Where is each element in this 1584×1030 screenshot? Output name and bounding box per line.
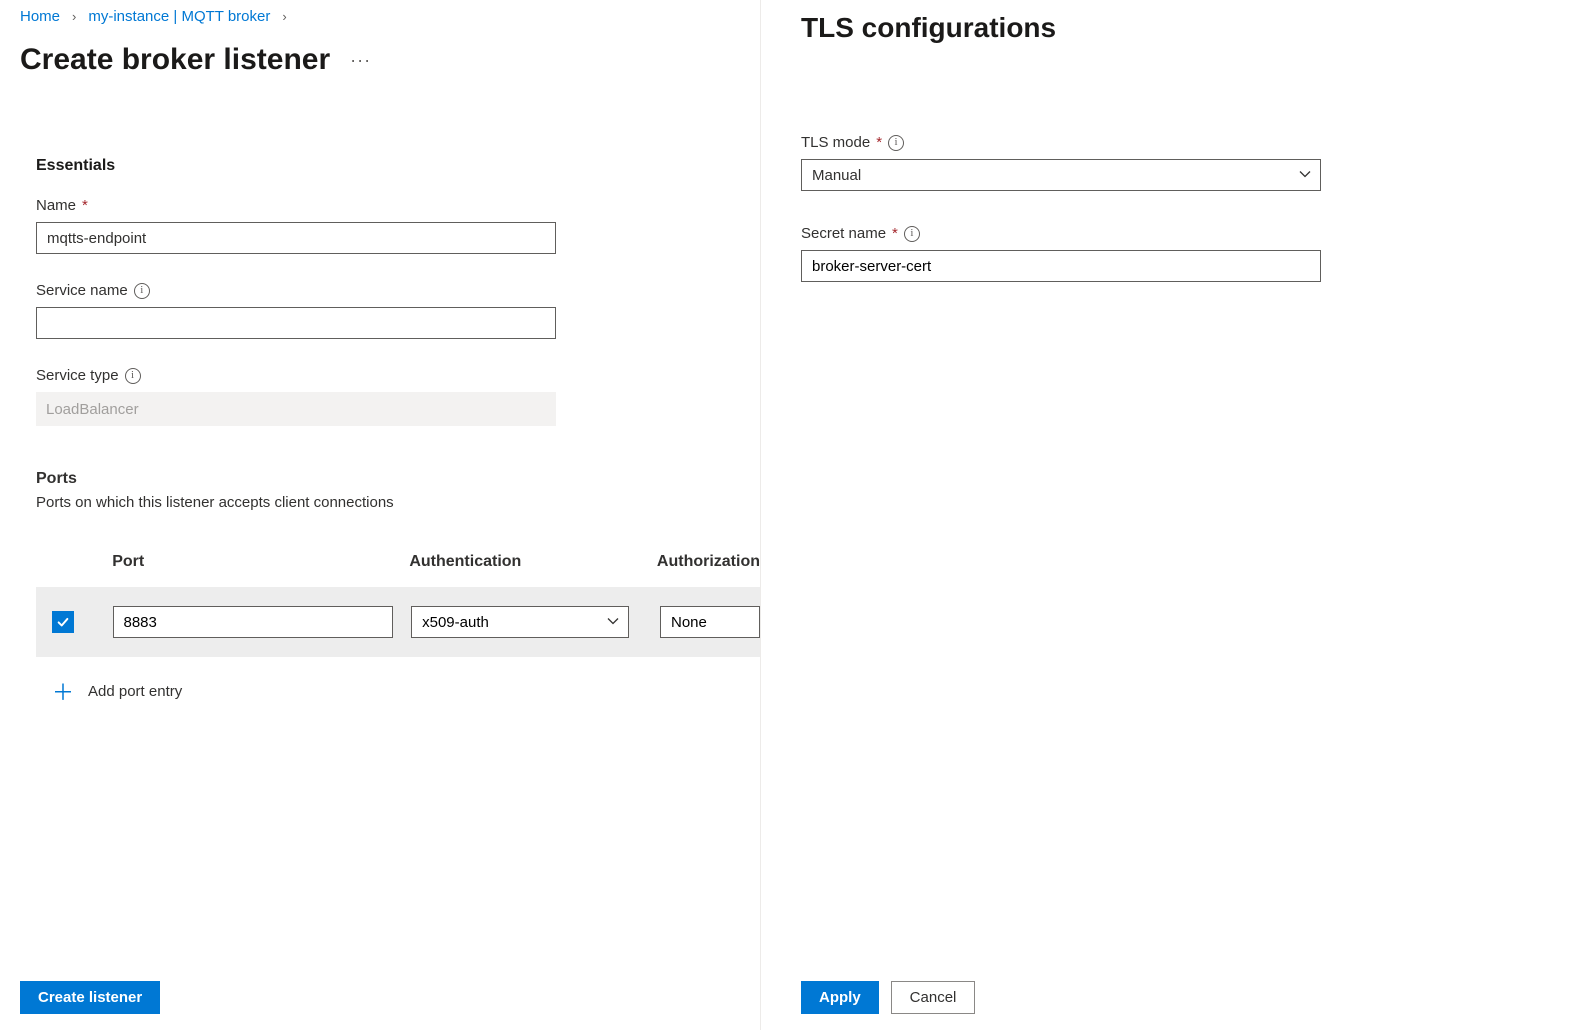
essentials-heading: Essentials: [36, 157, 760, 175]
col-authz-header: Authorization: [657, 553, 760, 571]
tls-panel-title: TLS configurations: [801, 12, 1544, 44]
required-marker: *: [876, 134, 882, 151]
name-label: Name: [36, 197, 76, 214]
name-field: Name *: [36, 197, 760, 254]
tls-mode-label: TLS mode: [801, 134, 870, 151]
authz-select-wrap: None: [660, 606, 760, 638]
secret-name-input[interactable]: [801, 250, 1321, 282]
info-icon[interactable]: i: [125, 368, 141, 384]
auth-select[interactable]: x509-auth: [411, 606, 629, 638]
tls-mode-select[interactable]: Manual: [801, 159, 1321, 191]
service-name-field: Service name i: [36, 282, 760, 339]
info-icon[interactable]: i: [888, 135, 904, 151]
cancel-button[interactable]: Cancel: [891, 981, 976, 1014]
tls-mode-select-wrap: Manual: [801, 159, 1321, 191]
ports-header-row: Port Authentication Authorization: [36, 553, 760, 587]
service-type-input: [36, 392, 556, 426]
breadcrumb-instance[interactable]: my-instance | MQTT broker: [88, 8, 270, 25]
ports-description: Ports on which this listener accepts cli…: [36, 494, 760, 511]
secret-name-label: Secret name: [801, 225, 886, 242]
tls-footer: Apply Cancel: [801, 981, 975, 1014]
ports-table: Port Authentication Authorization x509-a: [36, 553, 760, 657]
row-checkbox[interactable]: [52, 611, 74, 633]
main-panel: Home › my-instance | MQTT broker › Creat…: [0, 0, 760, 1030]
table-row: x509-auth None: [36, 587, 760, 657]
apply-button[interactable]: Apply: [801, 981, 879, 1014]
required-marker: *: [82, 197, 88, 214]
col-port-header: Port: [112, 553, 409, 571]
breadcrumb: Home › my-instance | MQTT broker ›: [20, 8, 760, 25]
required-marker: *: [892, 225, 898, 242]
service-type-field: Service type i: [36, 367, 760, 426]
page-title: Create broker listener: [20, 43, 330, 77]
chevron-right-icon: ›: [282, 9, 286, 24]
name-input[interactable]: [36, 222, 556, 254]
service-name-label: Service name: [36, 282, 128, 299]
info-icon[interactable]: i: [134, 283, 150, 299]
service-type-label: Service type: [36, 367, 119, 384]
auth-select-wrap: x509-auth: [411, 606, 629, 638]
chevron-right-icon: ›: [72, 9, 76, 24]
plus-icon: ＋: [52, 675, 74, 707]
tls-side-panel: TLS configurations TLS mode * i Manual S…: [760, 0, 1584, 1030]
tls-mode-field: TLS mode * i Manual: [801, 134, 1544, 191]
port-input[interactable]: [113, 606, 393, 638]
add-port-entry-button[interactable]: ＋ Add port entry: [36, 675, 760, 707]
essentials-section: Essentials Name * Service name i Service…: [20, 157, 760, 426]
service-name-input[interactable]: [36, 307, 556, 339]
secret-name-field: Secret name * i: [801, 225, 1544, 282]
ports-section: Ports Ports on which this listener accep…: [20, 470, 760, 707]
more-icon[interactable]: ···: [350, 50, 371, 71]
breadcrumb-home[interactable]: Home: [20, 8, 60, 25]
authz-select[interactable]: None: [660, 606, 760, 638]
info-icon[interactable]: i: [904, 226, 920, 242]
col-auth-header: Authentication: [409, 553, 657, 571]
ports-heading: Ports: [36, 470, 760, 488]
create-listener-button[interactable]: Create listener: [20, 981, 160, 1014]
main-footer: Create listener: [20, 981, 160, 1014]
page-title-row: Create broker listener ···: [20, 43, 760, 77]
add-port-label: Add port entry: [88, 683, 182, 700]
